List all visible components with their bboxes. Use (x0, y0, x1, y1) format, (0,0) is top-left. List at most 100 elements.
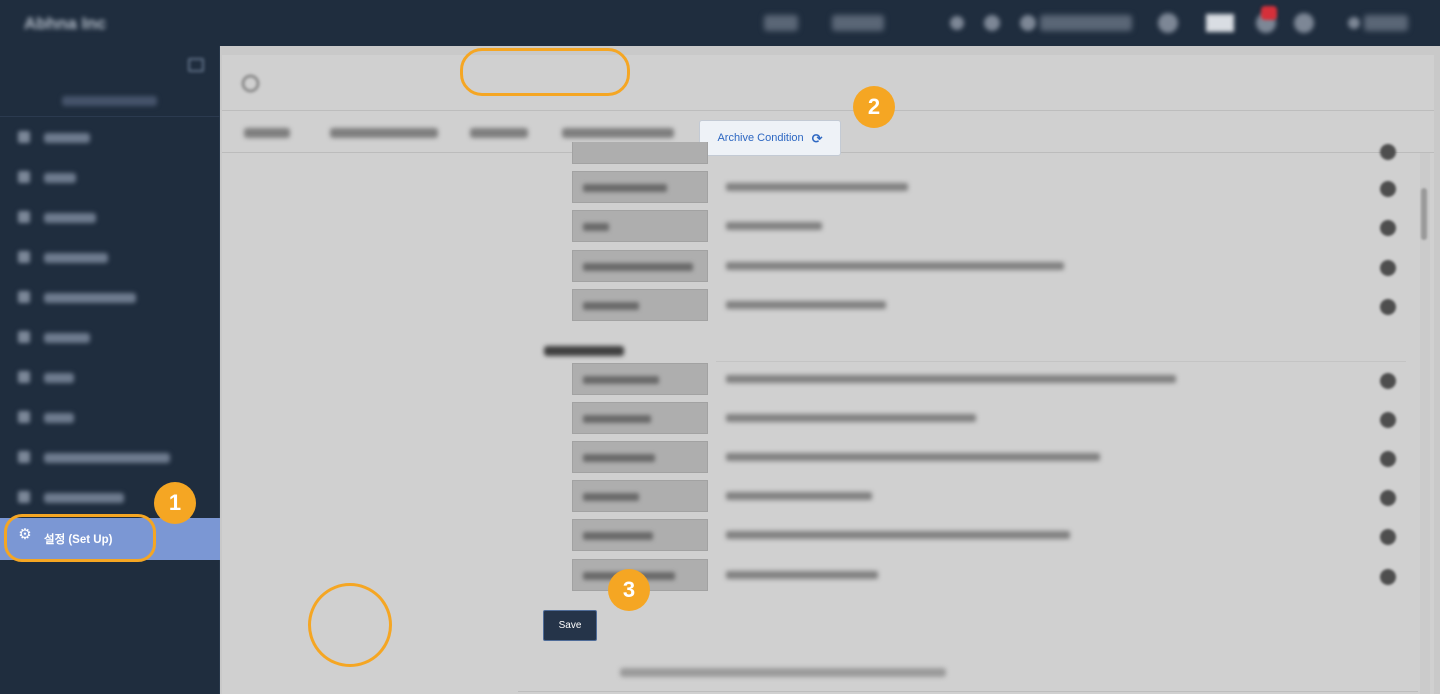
condition-toggle[interactable] (1380, 260, 1396, 276)
condition-key (572, 289, 708, 321)
condition-description (726, 375, 1176, 383)
condition-row (572, 480, 1402, 512)
sidebar-item-label (44, 253, 108, 263)
save-button[interactable]: Save (543, 610, 597, 641)
nav-icon (18, 131, 30, 143)
condition-description (726, 222, 822, 230)
condition-row (572, 171, 1402, 203)
tab[interactable] (562, 128, 674, 138)
condition-key (572, 480, 708, 512)
top-menu-item[interactable] (764, 15, 798, 31)
scrollbar-thumb[interactable] (1421, 188, 1427, 240)
chevron-down-icon[interactable] (950, 16, 964, 30)
condition-key (572, 250, 708, 282)
search-icon[interactable] (984, 15, 1000, 31)
home-icon[interactable] (1158, 13, 1178, 33)
collapse-sidebar-icon[interactable] (188, 58, 204, 72)
condition-row (572, 559, 1402, 591)
sidebar-divider (0, 116, 220, 117)
condition-key (572, 363, 708, 395)
condition-row (572, 210, 1402, 242)
condition-description (726, 414, 976, 422)
condition-toggle[interactable] (1380, 299, 1396, 315)
highlight-ring (4, 514, 156, 562)
condition-description (726, 531, 1070, 539)
sidebar-item[interactable] (0, 158, 220, 198)
sidebar-item-label (44, 493, 124, 503)
sidebar-item-label (44, 173, 76, 183)
sidebar-item[interactable] (0, 398, 220, 438)
sidebar-item-label (44, 133, 90, 143)
tab[interactable] (470, 128, 528, 138)
sidebar-item-label (44, 213, 96, 223)
tab[interactable] (330, 128, 438, 138)
last-modified-note (620, 668, 946, 677)
condition-toggle[interactable] (1380, 373, 1396, 389)
condition-toggle[interactable] (1380, 490, 1396, 506)
nav-icon (18, 251, 30, 263)
sidebar-item-label (44, 413, 74, 423)
sidebar: ⚙ 설정 (Set Up) (0, 46, 220, 694)
organization-name (62, 96, 157, 106)
condition-description (726, 571, 878, 579)
step-marker: 3 (608, 569, 650, 611)
sidebar-item-label (44, 453, 170, 463)
condition-row (572, 441, 1402, 473)
sidebar-item[interactable] (0, 278, 220, 318)
sidebar-item[interactable] (0, 198, 220, 238)
condition-row (572, 250, 1402, 282)
condition-key (572, 519, 708, 551)
condition-key (572, 441, 708, 473)
condition-row (572, 289, 1402, 321)
nav-icon (18, 211, 30, 223)
sidebar-item-label (44, 333, 90, 343)
condition-description (726, 453, 1100, 461)
condition-key (572, 142, 708, 164)
sidebar-item[interactable] (0, 238, 220, 278)
divider (518, 691, 1418, 692)
avatar[interactable] (1020, 15, 1036, 31)
nav-icon (18, 451, 30, 463)
highlight-ring (460, 48, 630, 96)
user-icon[interactable] (1348, 17, 1360, 29)
condition-row (572, 142, 1402, 164)
step-marker: 1 (154, 482, 196, 524)
nav-icon (18, 291, 30, 303)
step-marker: 2 (853, 86, 895, 128)
sidebar-item[interactable] (0, 318, 220, 358)
condition-row (572, 363, 1402, 395)
user-menu[interactable] (1364, 15, 1408, 31)
condition-toggle[interactable] (1380, 144, 1396, 160)
condition-description (726, 492, 872, 500)
setup-card: Archive Condition ⟳ (222, 55, 1434, 694)
highlight-ring (308, 583, 392, 667)
tab[interactable] (244, 128, 290, 138)
main-content: Archive Condition ⟳ (220, 46, 1440, 694)
condition-description (726, 183, 908, 191)
sidebar-item[interactable] (0, 358, 220, 398)
notification-badge (1261, 6, 1277, 20)
condition-toggle[interactable] (1380, 181, 1396, 197)
user-company-label[interactable] (1040, 15, 1132, 31)
language-flag-icon[interactable] (1206, 14, 1234, 32)
nav-icon (18, 371, 30, 383)
divider (716, 361, 1406, 362)
condition-toggle[interactable] (1380, 569, 1396, 585)
condition-toggle[interactable] (1380, 412, 1396, 428)
condition-key (572, 402, 708, 434)
nav-icon (18, 331, 30, 343)
condition-toggle[interactable] (1380, 529, 1396, 545)
sidebar-item[interactable] (0, 438, 220, 478)
help-icon[interactable] (1294, 13, 1314, 33)
condition-toggle[interactable] (1380, 220, 1396, 236)
brand-name[interactable]: Abhna Inc (24, 14, 106, 34)
condition-key (572, 171, 708, 203)
optional-condition-heading (544, 346, 624, 356)
nav-icon (18, 491, 30, 503)
sidebar-item[interactable] (0, 118, 220, 158)
top-menu-item[interactable] (832, 15, 884, 31)
condition-row (572, 519, 1402, 551)
condition-toggle[interactable] (1380, 451, 1396, 467)
divider (222, 110, 1434, 111)
condition-description (726, 301, 886, 309)
